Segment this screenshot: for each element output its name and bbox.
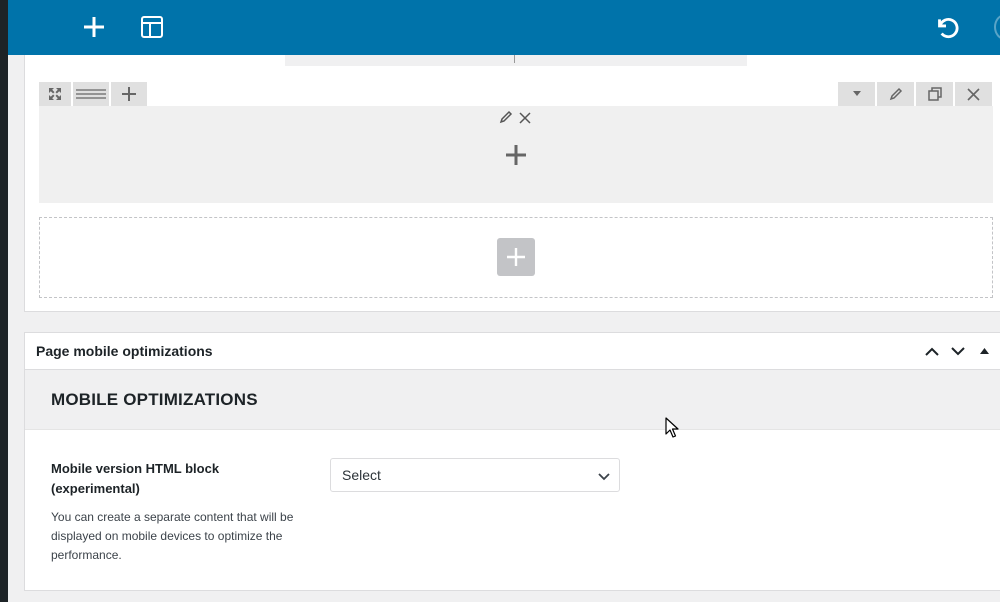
mobile-html-block-label: Mobile version HTML block (experimental) xyxy=(51,461,220,496)
page-builder-canvas xyxy=(24,55,1000,312)
layout-icon[interactable] xyxy=(136,11,168,43)
pencil-icon[interactable] xyxy=(877,82,914,106)
duplicate-icon[interactable] xyxy=(916,82,953,106)
plus-icon[interactable] xyxy=(503,142,529,168)
pencil-icon[interactable] xyxy=(499,110,513,129)
drag-handle-icon[interactable] xyxy=(73,82,109,106)
section-header: MOBILE OPTIMIZATIONS xyxy=(25,370,1000,430)
add-row-dropzone[interactable] xyxy=(39,217,993,298)
previous-row-bottom xyxy=(285,55,747,66)
chevron-down-icon[interactable] xyxy=(838,82,875,106)
mouse-pointer-icon xyxy=(665,417,679,438)
mobile-html-block-select[interactable]: Select xyxy=(330,458,620,492)
plus-icon[interactable] xyxy=(78,11,110,43)
expand-icon[interactable] xyxy=(39,82,71,106)
undo-icon[interactable] xyxy=(930,11,962,43)
mobile-html-block-description: You can create a separate content that w… xyxy=(51,510,294,562)
metabox-header[interactable]: Page mobile optimizations xyxy=(25,333,1000,370)
section-title: MOBILE OPTIMIZATIONS xyxy=(51,390,258,409)
metabox-title: Page mobile optimizations xyxy=(36,343,213,359)
chevron-up-icon[interactable] xyxy=(920,339,944,363)
help-icon[interactable] xyxy=(994,14,1000,40)
metabox-handle-actions xyxy=(920,339,996,363)
builder-toolbar xyxy=(8,0,1000,55)
plus-icon[interactable] xyxy=(497,238,535,276)
triangle-up-icon[interactable] xyxy=(972,339,996,363)
column-tools xyxy=(499,110,531,129)
chevron-down-icon[interactable] xyxy=(946,339,970,363)
metabox-mobile-optimizations: Page mobile optimizations MOBILE OPTIMIZ… xyxy=(24,332,1000,591)
row-tools-left xyxy=(39,82,147,106)
close-icon[interactable] xyxy=(519,111,531,129)
select-value: Select xyxy=(342,467,381,483)
row-tools-right xyxy=(838,82,992,106)
plus-icon[interactable] xyxy=(111,82,147,106)
row-column[interactable] xyxy=(39,106,993,203)
admin-sidebar-edge xyxy=(0,0,8,602)
close-icon[interactable] xyxy=(955,82,992,106)
chevron-down-icon xyxy=(598,473,610,481)
